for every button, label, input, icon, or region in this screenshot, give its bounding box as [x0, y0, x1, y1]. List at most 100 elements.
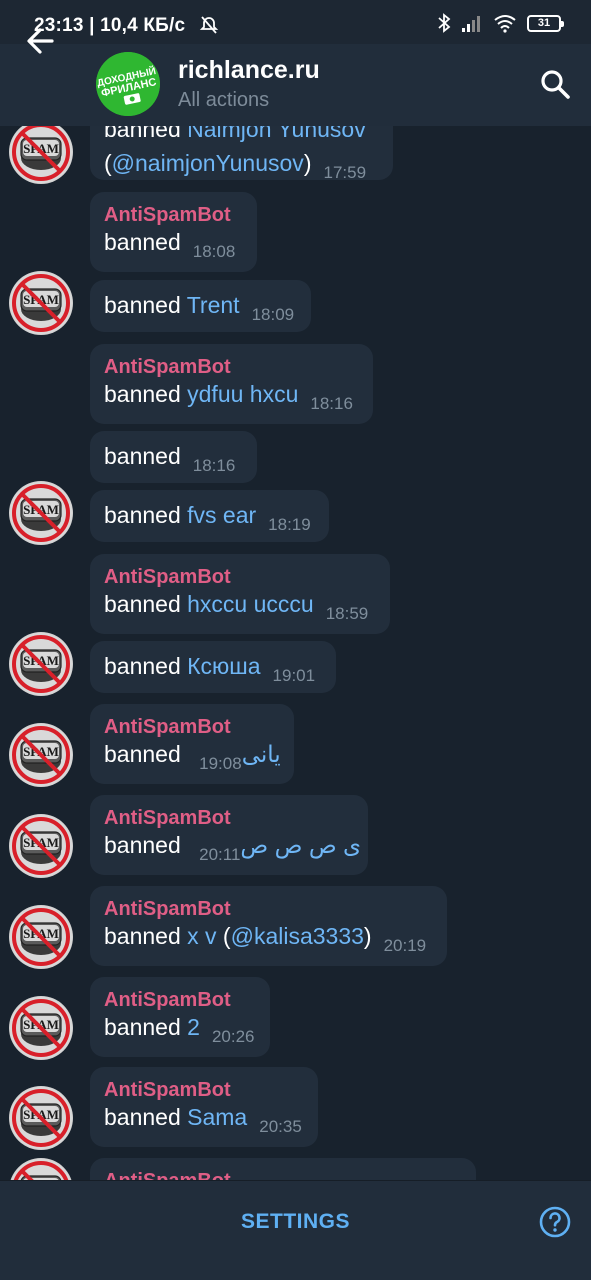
message-time: 19:08 [199, 754, 242, 773]
spam-avatar[interactable]: SPAM [9, 905, 73, 969]
bottom-bar: SETTINGS [0, 1180, 591, 1280]
message-bubble[interactable]: AntiSpamBot banned ydfuu hxcu 18:16 [90, 344, 373, 424]
sender-name[interactable]: AntiSpamBot [104, 807, 354, 832]
message-text: banned Ксюша 19:01 [104, 653, 316, 685]
message-bubble[interactable]: AntiSpamBot banned 2 20:26 [90, 977, 270, 1057]
sender-name[interactable]: AntiSpamBot [104, 356, 359, 381]
settings-button[interactable]: SETTINGS [0, 1181, 591, 1263]
message-bubble[interactable]: banned Naimjon Yunusov (@naimjonYunusov)… [90, 126, 393, 182]
message-text: banned یانی19:08 [104, 741, 281, 773]
user-link[interactable]: 2 [187, 1014, 200, 1040]
help-icon[interactable] [538, 1205, 572, 1239]
message-text: banned Naimjon Yunusov [104, 126, 379, 150]
spam-avatar[interactable]: SPAM [9, 996, 73, 1060]
user-link[interactable]: Trent [187, 292, 240, 318]
message-text: banned ی ص ص ص20:11 [104, 832, 362, 864]
status-bar: 23:13 | 10,4 КБ/с 31 [0, 0, 591, 44]
spam-avatar-icon: SPAM [10, 633, 72, 695]
alarm-off-icon [199, 16, 219, 34]
spam-avatar[interactable]: SPAM [9, 814, 73, 878]
spam-avatar-icon: SPAM [10, 815, 72, 877]
message-text: banned Sama 20:35 [104, 1104, 302, 1136]
back-arrow-icon[interactable] [22, 23, 62, 59]
user-link[interactable]: Sama [187, 1104, 247, 1130]
message-time: 18:59 [325, 604, 369, 623]
sender-name[interactable]: AntiSpamBot [104, 566, 376, 591]
spam-avatar[interactable]: SPAM [9, 632, 73, 696]
battery-icon: 31 [527, 14, 564, 32]
spam-avatar[interactable]: SPAM [9, 481, 73, 545]
message-bubble[interactable]: AntiSpamBot banned ی ص ص ص20:11 [90, 795, 368, 875]
message-bubble[interactable]: AntiSpamBot banned hxccu ucccu 18:59 [90, 554, 390, 634]
sender-name[interactable]: AntiSpamBot [104, 1170, 462, 1180]
chat-log[interactable]: banned Naimjon Yunusov (@naimjonYunusov)… [0, 126, 591, 1180]
user-link[interactable]: hxccu ucccu [187, 591, 314, 617]
message-time: 19:01 [272, 666, 316, 685]
message-time: 18:08 [192, 242, 236, 261]
spam-avatar-icon: SPAM [10, 126, 72, 183]
message-time: 20:35 [259, 1117, 302, 1136]
message-time: 20:26 [211, 1027, 255, 1046]
sender-name[interactable]: AntiSpamBot [104, 989, 256, 1014]
message-bubble[interactable]: AntiSpamBot banned یانی19:08 [90, 704, 294, 784]
channel-title[interactable]: richlance.ru [178, 56, 320, 85]
message-text: banned hxccu ucccu 18:59 [104, 591, 369, 623]
signal-icon [462, 16, 480, 32]
message-time: 18:19 [268, 515, 311, 534]
message-text: banned 18:16 [104, 443, 236, 475]
spam-avatar[interactable]: SPAM [9, 723, 73, 787]
message-bubble[interactable]: banned 18:16 [90, 431, 257, 483]
user-link[interactable]: ydfuu hxcu [187, 381, 298, 407]
message-time: 18:16 [310, 394, 353, 413]
message-text: banned ydfuu hxcu 18:16 [104, 381, 353, 413]
message-bubble[interactable]: AntiSpamBot banned 18:08 [90, 192, 257, 272]
channel-subtitle: All actions [178, 89, 270, 111]
message-time: 18:09 [251, 305, 295, 324]
message-text: banned x v (@kalisa3333) 20:19 [104, 923, 427, 955]
spam-avatar[interactable]: SPAM [9, 1158, 73, 1180]
message-text: banned fvs ear 18:19 [104, 502, 311, 534]
channel-logo-icon: ДОХОДНЫЙ ФРИЛАНС [96, 52, 160, 116]
channel-avatar[interactable]: ДОХОДНЫЙ ФРИЛАНС [96, 52, 160, 116]
message-bubble[interactable]: AntiSpamBot banned Sama 20:35 [90, 1067, 318, 1147]
user-link[interactable]: یانی [242, 741, 281, 767]
wifi-icon [494, 15, 516, 33]
message-text: banned 2 20:26 [104, 1014, 255, 1046]
spam-avatar-icon: SPAM [10, 906, 72, 968]
spam-avatar-icon: SPAM [10, 997, 72, 1059]
bluetooth-icon [438, 13, 451, 33]
spam-avatar[interactable]: SPAM [9, 271, 73, 335]
sender-name[interactable]: AntiSpamBot [104, 1079, 304, 1104]
sender-name[interactable]: AntiSpamBot [104, 204, 243, 229]
message-time: 20:11 [199, 845, 241, 864]
spam-avatar-icon: SPAM [10, 482, 72, 544]
message-time: 18:16 [192, 456, 236, 475]
spam-avatar-icon: SPAM [10, 724, 72, 786]
sender-name[interactable]: AntiSpamBot [104, 716, 280, 741]
user-link[interactable]: x v [187, 923, 216, 949]
message-time: 17:59 [323, 163, 367, 182]
message-time: 20:19 [383, 936, 427, 955]
message-bubble[interactable]: banned fvs ear 18:19 [90, 490, 329, 542]
search-icon[interactable] [538, 67, 572, 101]
message-text: banned 18:08 [104, 229, 236, 261]
message-text: banned Trent 18:09 [104, 292, 295, 324]
message-text-line2: (@naimjonYunusov) 17:59 [104, 150, 367, 182]
spam-avatar-icon: SPAM [10, 272, 72, 334]
status-icons: 31 [437, 12, 564, 34]
spam-avatar-icon: SPAM [10, 1087, 72, 1149]
message-bubble[interactable]: AntiSpamBot [90, 1158, 476, 1180]
spam-avatar-icon: SPAM [11, 1159, 71, 1180]
message-bubble[interactable]: banned Ксюша 19:01 [90, 641, 336, 693]
user-link[interactable]: Naimjon Yunusov [187, 126, 366, 142]
message-bubble[interactable]: banned Trent 18:09 [90, 280, 311, 332]
user-link[interactable]: Ксюша [187, 653, 260, 679]
spam-avatar[interactable]: SPAM [9, 1086, 73, 1150]
user-link[interactable]: fvs ear [187, 502, 256, 528]
message-bubble[interactable]: AntiSpamBot banned x v (@kalisa3333) 20:1… [90, 886, 447, 966]
user-handle-link[interactable]: @kalisa3333 [231, 923, 364, 949]
user-link[interactable]: ی ص ص ص [240, 832, 361, 858]
user-handle-link[interactable]: @naimjonYunusov [112, 150, 304, 176]
spam-avatar[interactable]: SPAM [9, 126, 73, 184]
sender-name[interactable]: AntiSpamBot [104, 898, 433, 923]
